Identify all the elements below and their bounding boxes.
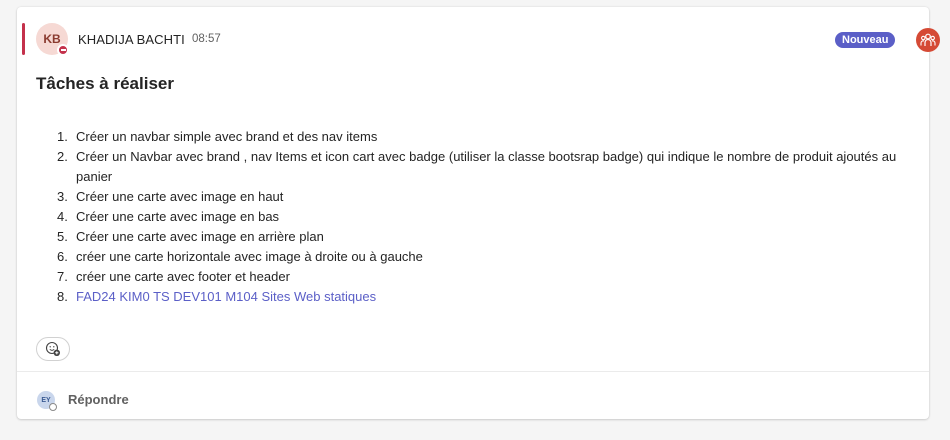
list-item: 7. créer une carte avec footer et header	[57, 269, 290, 284]
do-not-disturb-icon	[57, 44, 69, 56]
list-item: 5. Créer une carte avec image en arrière…	[57, 229, 324, 244]
unread-accent-bar	[22, 23, 25, 55]
message-title: Tâches à réaliser	[36, 74, 174, 93]
list-item: 2. Créer un Navbar avec brand , nav Item…	[57, 149, 897, 184]
reply-divider	[17, 371, 929, 372]
list-item: 8. FAD24 KIM0 TS DEV101 M104 Sites Web s…	[57, 287, 897, 307]
offline-status-icon	[49, 403, 57, 411]
message-card: KB KHADIJA BACHTI 08:57 Nouveau Tâches à…	[17, 7, 940, 419]
list-item: 3. Créer une carte avec image en haut	[57, 189, 284, 204]
author-initials: KB	[43, 32, 61, 46]
add-reaction-button[interactable]	[36, 337, 70, 361]
task-list: 1. Créer un navbar simple avec brand et …	[57, 127, 897, 307]
channel-link[interactable]: FAD24 KIM0 TS DEV101 M104 Sites Web stat…	[76, 287, 897, 307]
list-item: 1. Créer un navbar simple avec brand et …	[57, 129, 378, 144]
message-time: 08:57	[192, 33, 221, 45]
new-badge: Nouveau	[835, 32, 896, 48]
list-item: 4. Créer une carte avec image en bas	[57, 209, 280, 224]
add-reaction-icon	[45, 341, 60, 356]
list-item: 6. créer une carte horizontale avec imag…	[57, 249, 423, 264]
author-name[interactable]: KHADIJA BACHTI	[78, 32, 185, 47]
team-avatar-icon[interactable]	[916, 28, 940, 52]
reply-button[interactable]: Répondre	[68, 392, 129, 407]
